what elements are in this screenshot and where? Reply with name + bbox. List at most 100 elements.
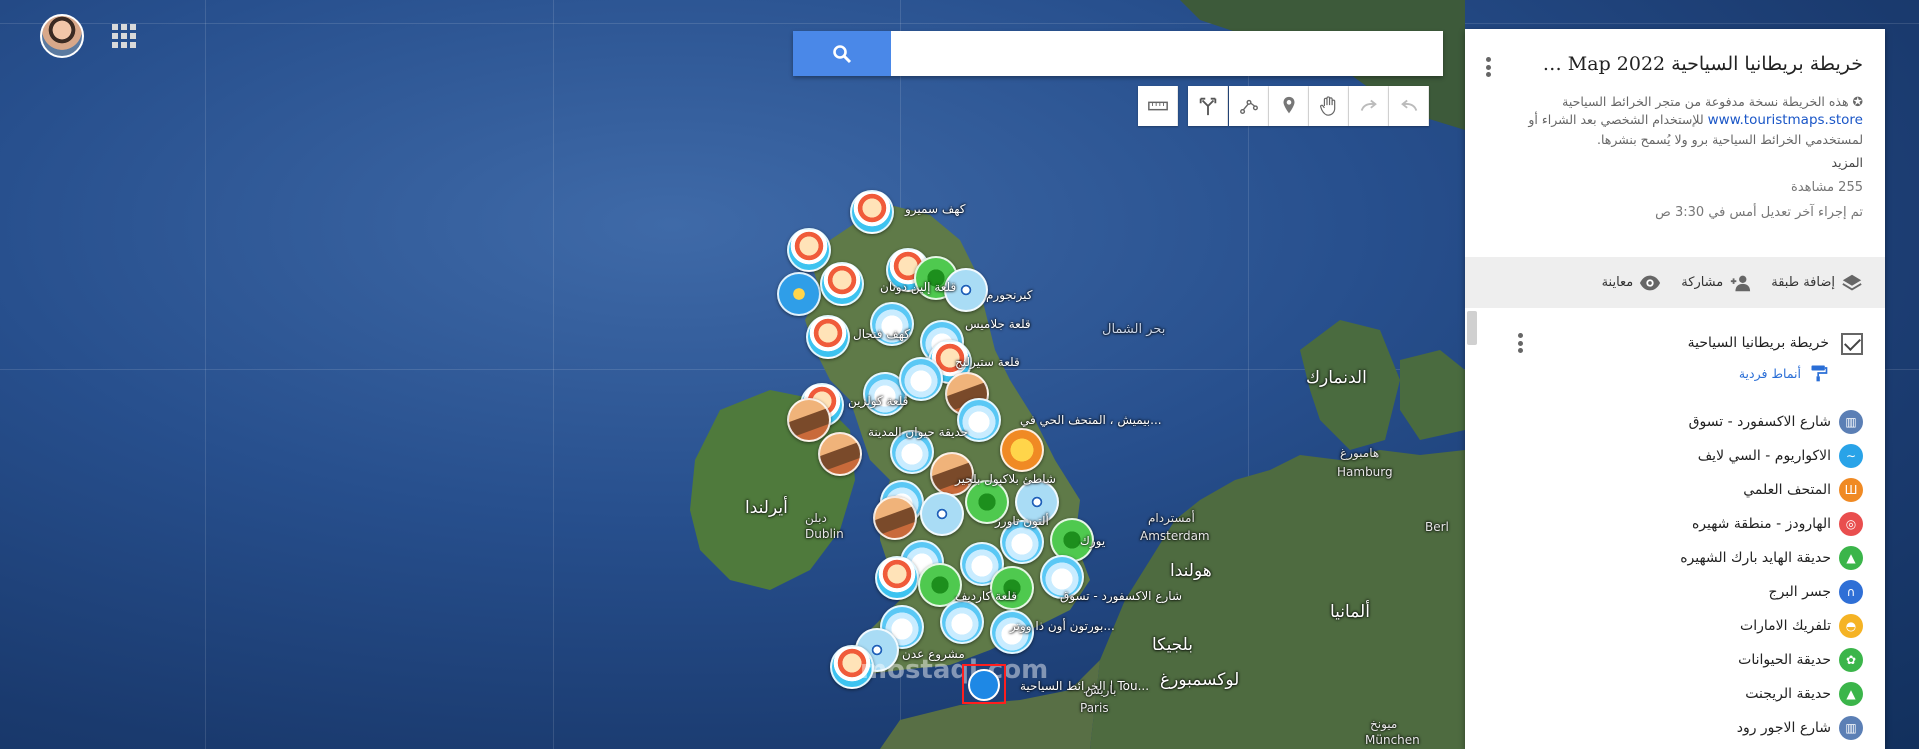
- map-label: بيميش ، المتحف الحي في...: [1020, 413, 1162, 427]
- map-marker[interactable]: [818, 432, 862, 476]
- draw-line-icon: [1239, 99, 1258, 115]
- map-label: يورك: [1080, 534, 1106, 548]
- layers-icon: [1842, 274, 1862, 290]
- map-marker[interactable]: [990, 566, 1034, 610]
- map-marker[interactable]: [787, 398, 831, 442]
- list-item[interactable]: ◓ تلفريك الامارات: [1465, 609, 1885, 643]
- map-description: ✪ هذه الخريطة نسخة مدفوعة من متجر الخرائ…: [1487, 93, 1863, 149]
- map-marker[interactable]: [806, 315, 850, 359]
- list-item[interactable]: ∩ جسر البرج: [1465, 575, 1885, 609]
- add-layer-button[interactable]: إضافة طبقة: [1771, 272, 1863, 294]
- map-marker[interactable]: [1000, 428, 1044, 472]
- layer-name[interactable]: خريطة بريطانيا السياحية: [1688, 335, 1829, 351]
- more-link[interactable]: المزيد: [1487, 155, 1863, 170]
- measure-ruler-icon: [1147, 101, 1168, 111]
- list-item[interactable]: ▥ شارع الاكسفورد - تسوق: [1465, 405, 1885, 439]
- map-marker[interactable]: [787, 228, 831, 272]
- list-item-label: الاكواريوم - السي لايف: [1697, 448, 1831, 464]
- add-marker-icon: [1283, 96, 1294, 114]
- map-label: لوكسمبورغ: [1160, 670, 1240, 690]
- map-label: حديقة حيوان المدينة: [868, 425, 969, 439]
- directions-button[interactable]: [1188, 86, 1228, 126]
- search-icon: [833, 44, 852, 63]
- list-item-label: تلفريك الامارات: [1740, 618, 1831, 634]
- map-label: München: [1365, 733, 1420, 747]
- map-label: Amsterdam: [1140, 529, 1210, 543]
- tree-icon: ▲: [1839, 682, 1863, 706]
- search-button[interactable]: [793, 31, 891, 76]
- map-marker[interactable]: [820, 262, 864, 306]
- desc-line2: للإستخدام الشخصي بعد الشراء أو: [1528, 112, 1708, 128]
- redo-icon: [1360, 99, 1377, 111]
- map-label: ميونخ: [1370, 717, 1398, 731]
- store-link[interactable]: www.touristmaps.store: [1708, 112, 1863, 128]
- map-label: ألمانيا: [1330, 602, 1370, 622]
- undo-button[interactable]: [1389, 86, 1429, 126]
- redo-button[interactable]: [1349, 86, 1389, 126]
- individual-styles-button[interactable]: أنماط فردية: [1739, 363, 1829, 383]
- preview-label: معاينة: [1601, 275, 1634, 290]
- layer-row: خريطة بريطانيا السياحية: [1465, 325, 1885, 365]
- list-item[interactable]: ▥ شارع الاجور رود: [1465, 711, 1885, 745]
- map-label: الدنمارك: [1306, 368, 1367, 388]
- selected-marker[interactable]: [962, 664, 1006, 704]
- measure-button[interactable]: [1138, 86, 1178, 126]
- map-label: بورتون أون ذا ووتر...: [1010, 619, 1115, 633]
- map-label: قلعة كولزين: [848, 394, 909, 408]
- watermark: mostaql.com: [860, 655, 1049, 685]
- avatar[interactable]: [40, 14, 84, 58]
- add-marker-button[interactable]: [1269, 86, 1309, 126]
- add-person-icon: [1731, 275, 1751, 291]
- list-item[interactable]: Ш المتحف العلمي: [1465, 473, 1885, 507]
- panel-menu-icon[interactable]: [1479, 53, 1497, 81]
- list-item[interactable]: ▲ حديقة الهايد بارك الشهيره: [1465, 541, 1885, 575]
- list-item-label: حديقة الريجنت: [1745, 686, 1831, 702]
- list-item[interactable]: ∽ الاكواريوم - السي لايف: [1465, 439, 1885, 473]
- map-marker[interactable]: [850, 190, 894, 234]
- dolphin-icon: ∽: [1839, 444, 1863, 468]
- panel-action-bar: إضافة طبقة مشاركة معاينة: [1465, 257, 1885, 308]
- list-item[interactable]: ✿ حديقة الحيوانات: [1465, 643, 1885, 677]
- layer-items-list: ▥ شارع الاكسفورد - تسوق ∽ الاكواريوم - السي…: [1465, 405, 1885, 745]
- map-label: بلجيكا: [1152, 635, 1194, 655]
- pan-hand-button[interactable]: [1309, 86, 1349, 126]
- preview-button[interactable]: معاينة: [1602, 272, 1662, 294]
- pan-hand-icon: [1319, 96, 1335, 116]
- map-marker[interactable]: [873, 496, 917, 540]
- list-item[interactable]: ▲ حديقة الريجنت: [1465, 677, 1885, 711]
- search-input[interactable]: [891, 31, 1443, 76]
- map-label: Dublin: [805, 527, 844, 541]
- apps-grid-icon[interactable]: [112, 24, 136, 48]
- layer-visibility-checkbox[interactable]: [1841, 333, 1863, 355]
- map-label: Paris: [1080, 701, 1109, 715]
- street-icon: ▥: [1839, 716, 1863, 740]
- desc-line1: ✪ هذه الخريطة نسخة مدفوعة من متجر الخرائ…: [1562, 94, 1863, 109]
- share-button[interactable]: مشاركة: [1681, 272, 1751, 294]
- draw-line-button[interactable]: [1229, 86, 1269, 126]
- map-title[interactable]: خريطة بريطانيا السياحية ism Map 2022...: [1533, 53, 1863, 75]
- list-item-label: المتحف العلمي: [1743, 482, 1831, 498]
- map-label: بحر الشمال: [1102, 322, 1166, 337]
- layer-menu-icon[interactable]: [1513, 329, 1527, 357]
- map-label: ألتون تاورز: [995, 514, 1049, 528]
- map-label: كهف فنجال: [853, 327, 910, 341]
- map-label: قلعة كارديف: [955, 589, 1018, 603]
- map-marker[interactable]: [875, 556, 919, 600]
- map-label: Hamburg: [1337, 465, 1393, 479]
- add-layer-label: إضافة طبقة: [1771, 275, 1835, 290]
- list-item-label: شارع الاكسفورد - تسوق: [1688, 414, 1831, 430]
- share-label: مشاركة: [1681, 275, 1724, 290]
- map-label: أيرلندا: [745, 498, 788, 518]
- map-label: قلعة جلاميس: [965, 317, 1031, 331]
- list-item-label: الهارودز - منطقة شهيره: [1691, 516, 1831, 532]
- desc-line3: لمستخدمي الخرائط السياحية برو ولا يُسمح …: [1597, 131, 1863, 147]
- list-item-label: حديقة الهايد بارك الشهيره: [1680, 550, 1831, 566]
- map-label: شاطئ بلاكبول بلجير: [955, 472, 1056, 486]
- undo-icon: [1400, 99, 1417, 111]
- eye-icon: [1640, 275, 1661, 290]
- list-item-label: جسر البرج: [1768, 584, 1831, 600]
- list-item[interactable]: ◎ الهارودز - منطقة شهيره: [1465, 507, 1885, 541]
- map-marker[interactable]: [777, 272, 821, 316]
- map-marker[interactable]: [940, 600, 984, 644]
- map-marker[interactable]: [920, 492, 964, 536]
